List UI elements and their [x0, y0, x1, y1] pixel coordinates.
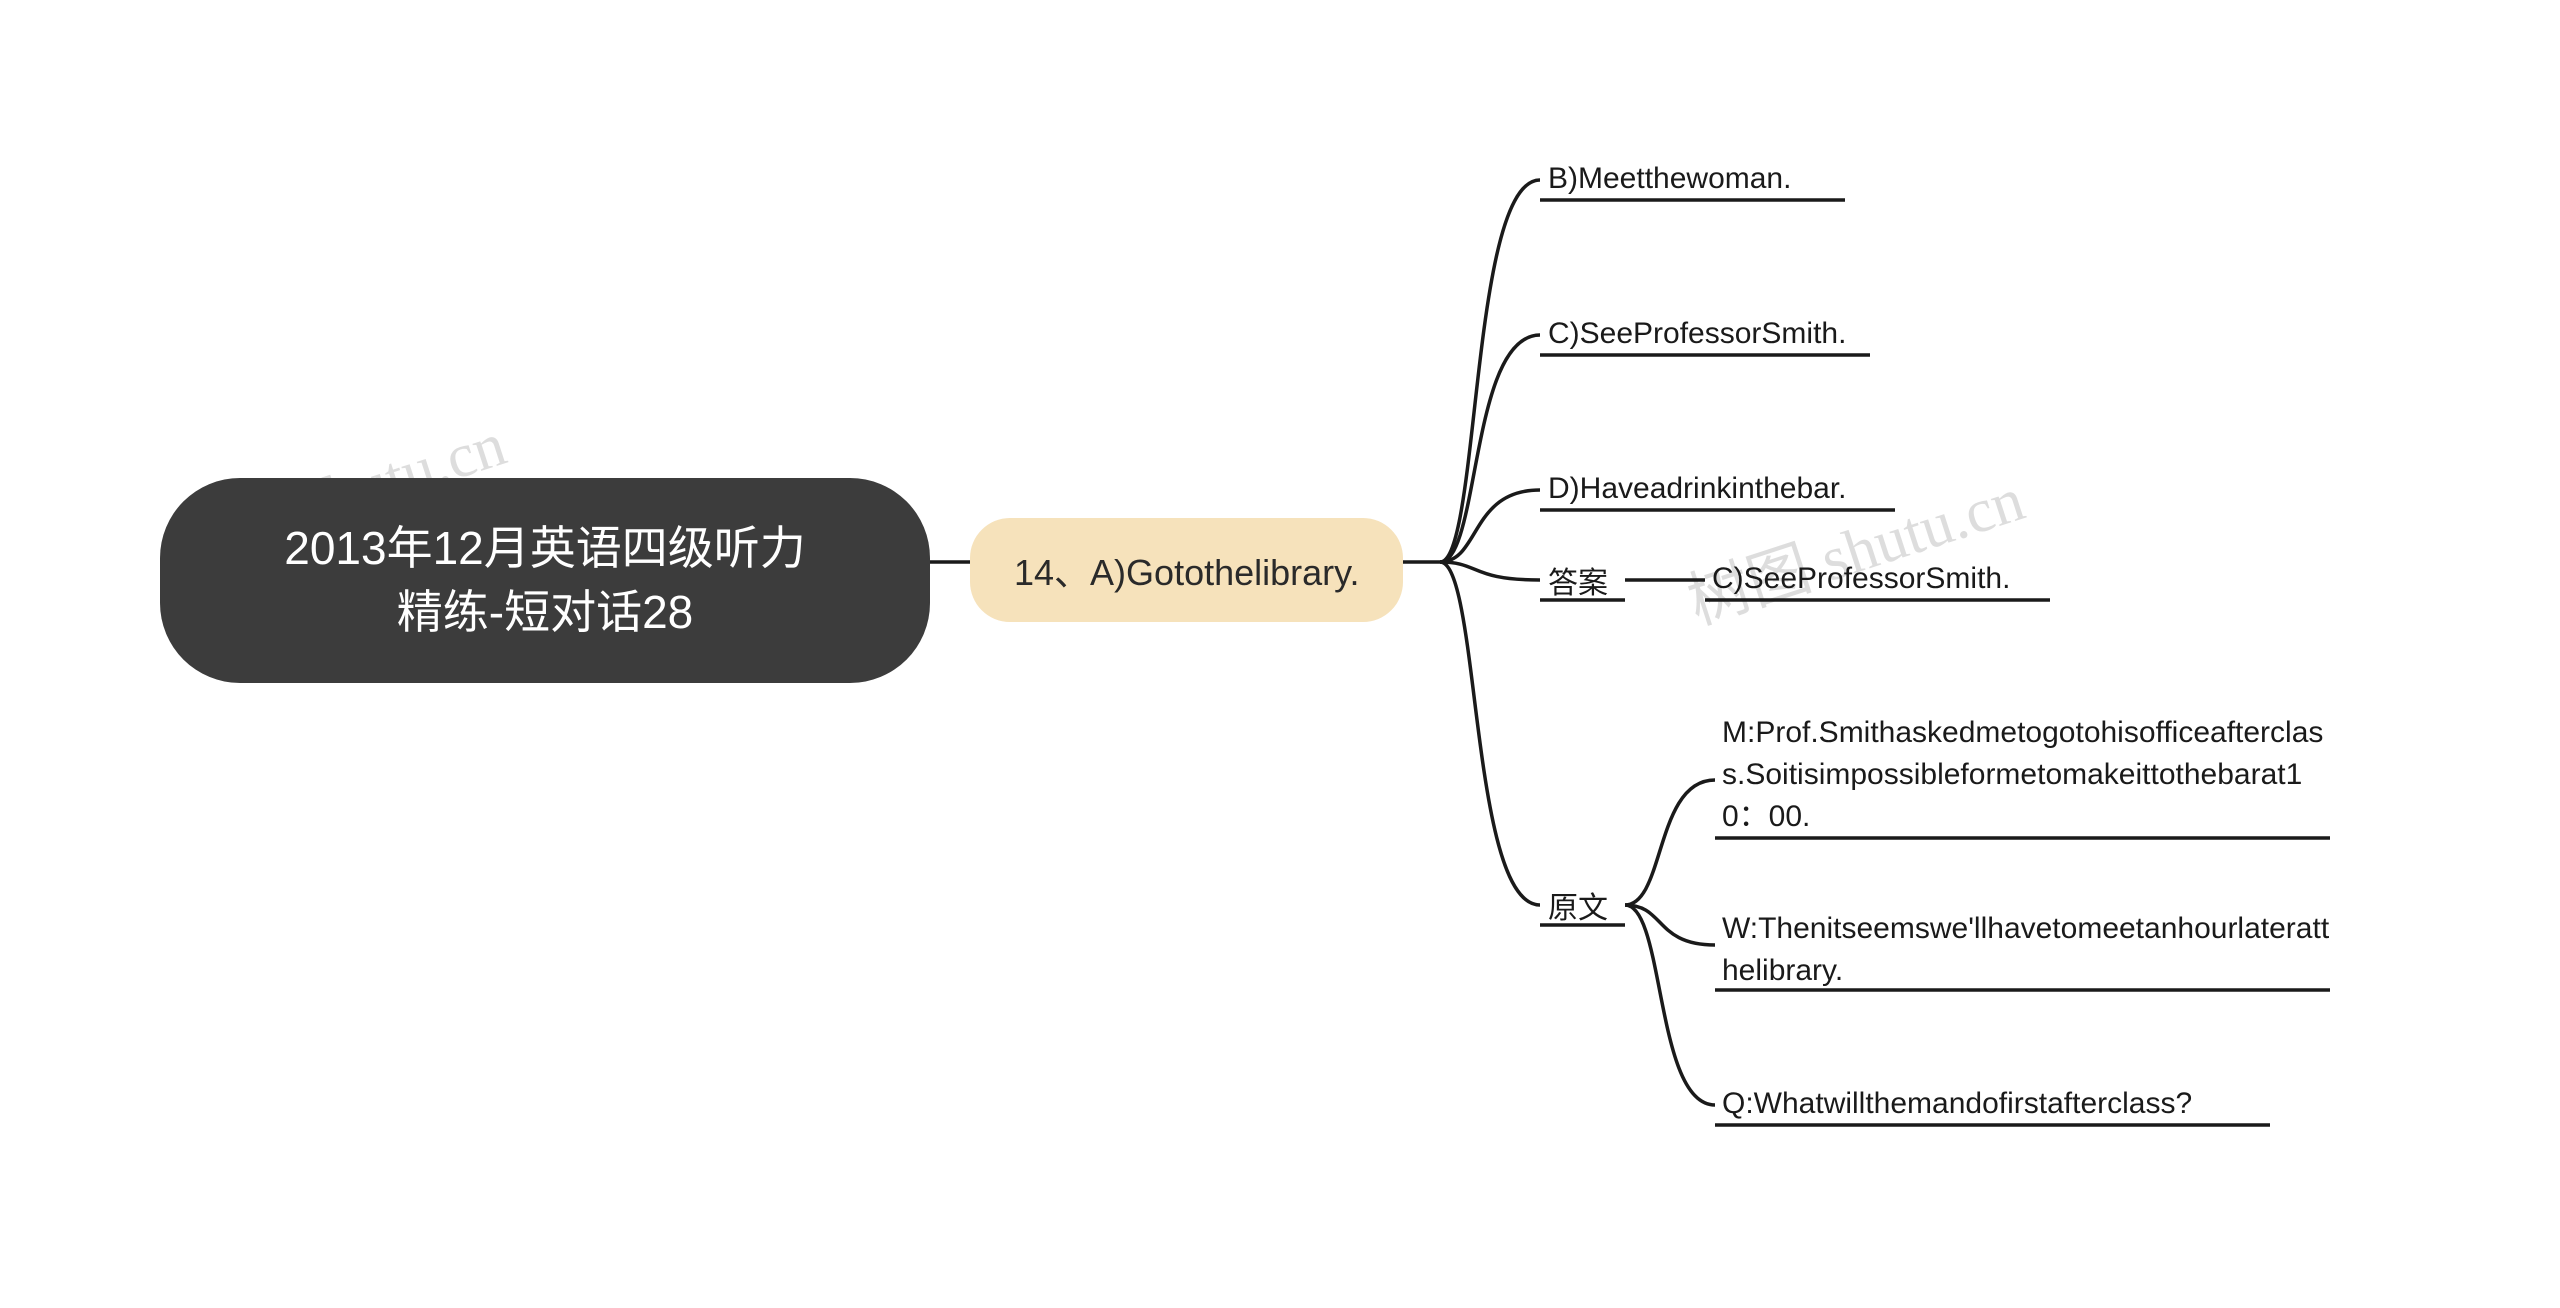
- source-label[interactable]: 原文: [1548, 883, 1608, 927]
- mindmap-canvas: shutu.cn 树图 shutu.cn: [0, 0, 2560, 1308]
- answer-value[interactable]: C)SeeProfessorSmith.: [1712, 558, 2010, 600]
- root-line2: 精练-短对话28: [220, 580, 870, 644]
- option-d[interactable]: D)Haveadrinkinthebar.: [1548, 468, 1847, 510]
- source-w[interactable]: W:Thenitseemswe'llhavetomeetanhourlatera…: [1722, 908, 2342, 992]
- root-node[interactable]: 2013年12月英语四级听力 精练-短对话28: [160, 478, 930, 683]
- option-b[interactable]: B)Meetthewoman.: [1548, 158, 1791, 200]
- source-q[interactable]: Q:Whatwillthemandofirstafterclass?: [1722, 1083, 2192, 1125]
- option-c[interactable]: C)SeeProfessorSmith.: [1548, 313, 1846, 355]
- secondary-node[interactable]: 14、A)Gotothelibrary.: [970, 518, 1403, 622]
- answer-label[interactable]: 答案: [1548, 558, 1608, 602]
- source-m[interactable]: M:Prof.Smithaskedmetogotohisofficeafterc…: [1722, 712, 2342, 838]
- root-line1: 2013年12月英语四级听力: [220, 516, 870, 580]
- secondary-label: 14、A)Gotothelibrary.: [1014, 552, 1359, 593]
